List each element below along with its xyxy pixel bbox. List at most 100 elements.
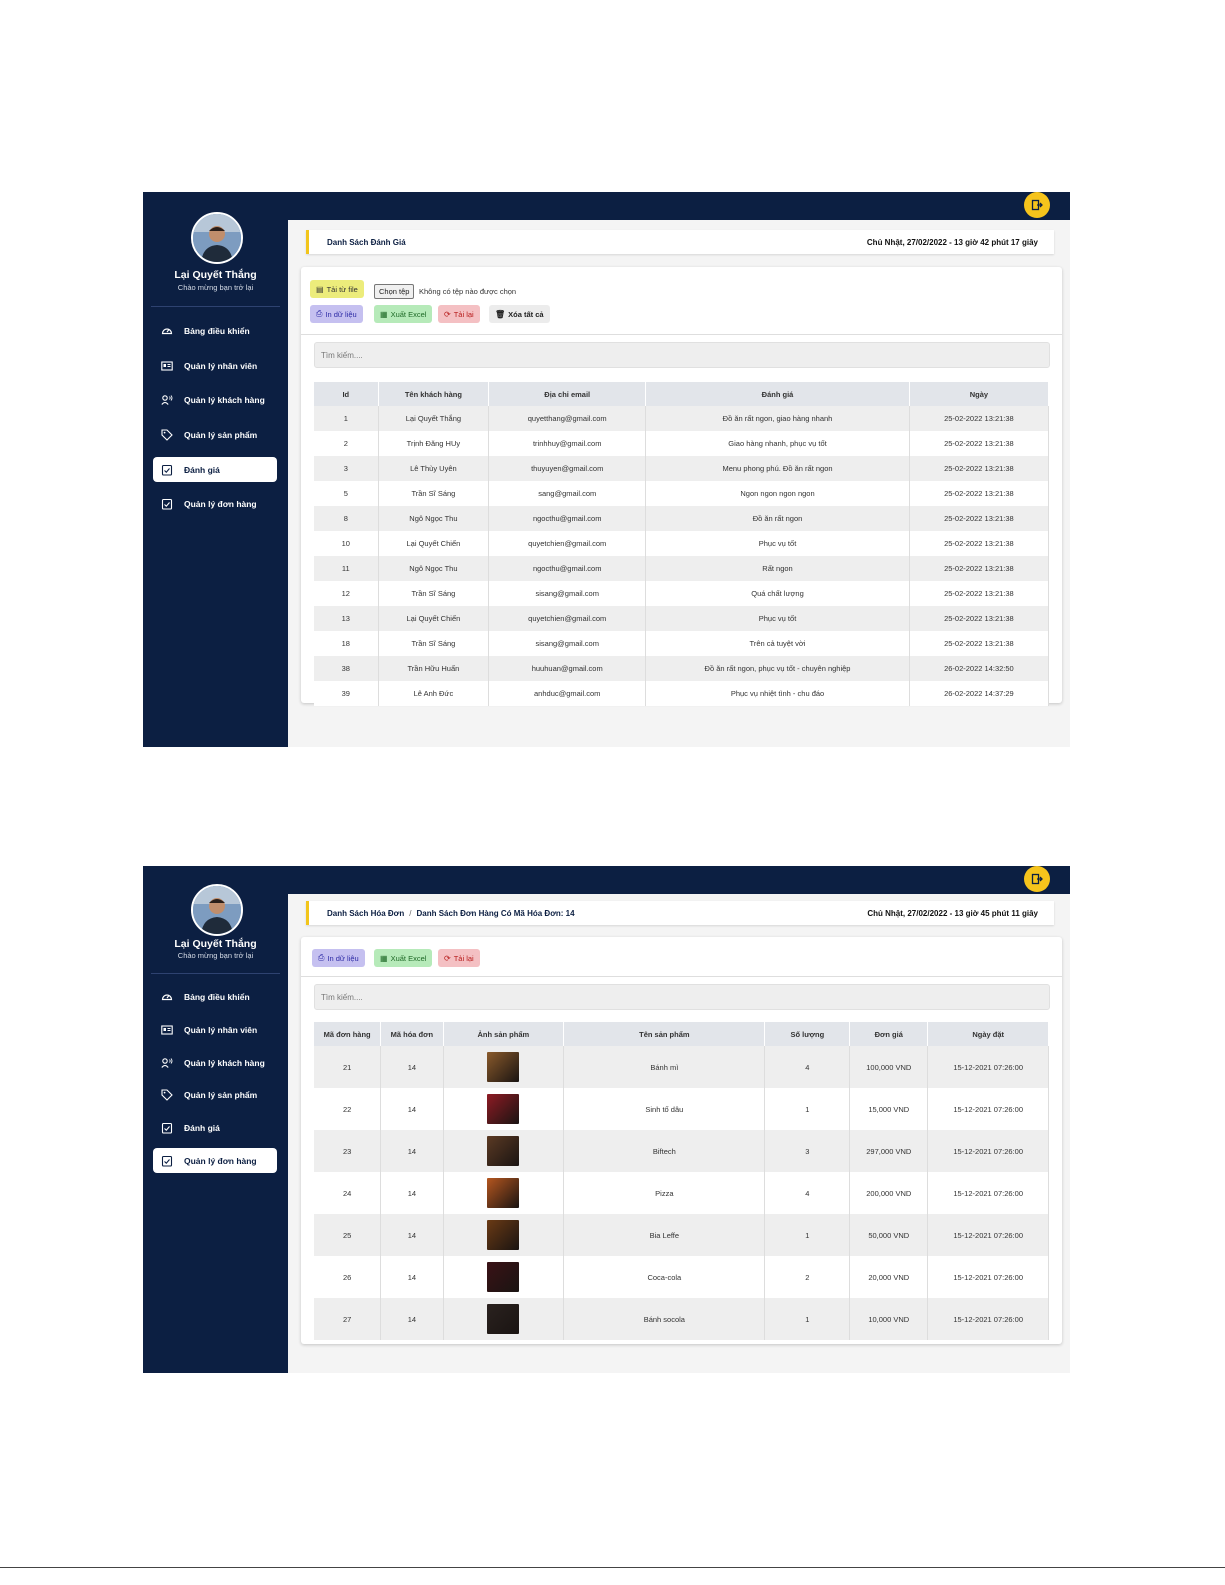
table-row[interactable]: 24 14 Pizza 4 200,000 VND 15-12-2021 07:26:00 bbox=[314, 1172, 1049, 1214]
column-header: Ngày đặt bbox=[927, 1022, 1049, 1046]
sidebar-item-dashboard[interactable]: Bảng điều khiển bbox=[153, 318, 277, 343]
table-cell: 8 bbox=[314, 506, 379, 531]
table-row[interactable]: 3 Lê Thùy Uyên thuyuyen@gmail.com Menu phon… bbox=[314, 456, 1050, 481]
table-cell: 14 bbox=[380, 1214, 444, 1256]
table-row[interactable]: 21 14 Bánh mì 4 100,000 VND 15-12-2021 07:26:… bbox=[314, 1046, 1049, 1088]
print-button[interactable]: ⎙ In dữ liệu bbox=[312, 949, 365, 967]
column-header: Ảnh sản phẩm bbox=[443, 1022, 565, 1046]
table-cell: Phục vụ tốt bbox=[645, 606, 910, 631]
sidebar-divider bbox=[151, 306, 280, 307]
sidebar-item-employees[interactable]: Quản lý nhân viên bbox=[153, 353, 277, 378]
gauge-icon bbox=[160, 324, 174, 338]
reload-button[interactable]: ⟳ Tải lại bbox=[438, 949, 480, 967]
logout-icon bbox=[1031, 199, 1043, 211]
table-cell: Trên cả tuyệt vời bbox=[645, 631, 910, 656]
table-cell: Bia Leffe bbox=[563, 1214, 766, 1256]
column-header: Tên khách hàng bbox=[378, 382, 490, 406]
export-excel-button[interactable]: ▦ Xuất Excel bbox=[374, 949, 433, 967]
user-voice-icon bbox=[160, 1056, 174, 1070]
table-cell: 14 bbox=[380, 1088, 444, 1130]
table-row[interactable]: 13 Lại Quyết Chiến quyetchien@gmail.com Phụ… bbox=[314, 606, 1050, 631]
table-cell: 10,000 VND bbox=[849, 1298, 929, 1340]
breadcrumb-parent-link[interactable]: Danh Sách Hóa Đơn bbox=[327, 909, 404, 918]
reload-button[interactable]: ⟳ Tải lại bbox=[438, 305, 480, 323]
table-row[interactable]: 22 14 Sinh tố dâu 1 15,000 VND 15-12-2021 07:… bbox=[314, 1088, 1049, 1130]
reviews-card: ▤ Tải từ file Chọn tệp Không có tệp nào đ… bbox=[301, 267, 1062, 706]
table-cell: 5 bbox=[314, 481, 379, 506]
sidebar-item-dashboard[interactable]: Bảng điều khiển bbox=[153, 984, 277, 1009]
table-cell: 18 bbox=[314, 631, 379, 656]
table-cell: 21 bbox=[314, 1046, 382, 1088]
product-image-cell bbox=[443, 1214, 565, 1256]
logout-button[interactable] bbox=[1024, 866, 1050, 892]
upload-file-button[interactable]: ▤ Tải từ file bbox=[310, 280, 364, 298]
table-row[interactable]: 10 Lại Quyết Chiến quyetchien@gmail.com Phụ… bbox=[314, 531, 1050, 556]
table-row[interactable]: 8 Ngô Ngọc Thu ngocthu@gmail.com Đồ ăn rất … bbox=[314, 506, 1050, 531]
excel-file-icon: ▦ bbox=[380, 953, 388, 963]
clipboard-check-icon bbox=[160, 1154, 174, 1168]
sidebar-item-label: Đánh giá bbox=[184, 1122, 220, 1133]
print-button[interactable]: ⎙ In dữ liệu bbox=[310, 305, 363, 323]
table-row[interactable]: 2 Trịnh Đăng HUy trinhhuy@gmail.com Giao hà… bbox=[314, 431, 1050, 456]
sidebar-item-orders[interactable]: Quản lý đơn hàng bbox=[153, 1148, 277, 1173]
table-cell: 12 bbox=[314, 581, 379, 606]
search-input[interactable]: Tìm kiếm.... bbox=[314, 984, 1050, 1010]
no-file-label: Không có tệp nào được chọn bbox=[419, 287, 517, 296]
file-icon: ▤ bbox=[316, 284, 324, 294]
export-excel-button[interactable]: ▦ Xuất Excel bbox=[374, 305, 433, 323]
table-cell: 26-02-2022 14:32:50 bbox=[909, 656, 1050, 681]
table-row[interactable]: 26 14 Coca-cola 2 20,000 VND 15-12-2021 07:26… bbox=[314, 1256, 1049, 1298]
clipboard-check-icon bbox=[160, 463, 174, 477]
sidebar-item-label: Quản lý nhân viên bbox=[184, 360, 258, 371]
table-row[interactable]: 12 Trần Sĩ Sáng sisang@gmail.com Quá chất l… bbox=[314, 581, 1050, 606]
table-cell: 25-02-2022 13:21:38 bbox=[909, 606, 1050, 631]
table-cell: 15-12-2021 07:26:00 bbox=[927, 1172, 1049, 1214]
table-row[interactable]: 27 14 Bánh socola 1 10,000 VND 15-12-2021 07:… bbox=[314, 1298, 1049, 1340]
sidebar-item-customers[interactable]: Quản lý khách hàng bbox=[153, 1050, 277, 1075]
sidebar-item-customers[interactable]: Quản lý khách hàng bbox=[153, 387, 277, 412]
table-cell: Biftech bbox=[563, 1130, 766, 1172]
sidebar-item-label: Quản lý đơn hàng bbox=[184, 498, 257, 509]
sidebar-item-label: Bảng điều khiển bbox=[184, 991, 250, 1002]
sidebar-item-products[interactable]: Quản lý sản phẩm bbox=[153, 1082, 277, 1107]
table-row[interactable]: 11 Ngô Ngọc Thu ngocthu@gmail.com Rất ngon 2… bbox=[314, 556, 1050, 581]
table-row[interactable]: 38 Trần Hữu Huấn huuhuan@gmail.com Đồ ăn rấ… bbox=[314, 656, 1050, 681]
search-input[interactable]: Tìm kiếm.... bbox=[314, 342, 1050, 368]
table-cell: Trần Sĩ Sáng bbox=[378, 631, 490, 656]
sidebar-item-orders[interactable]: Quản lý đơn hàng bbox=[153, 491, 277, 516]
sidebar-item-reviews[interactable]: Đánh giá bbox=[153, 457, 277, 482]
table-cell: 2 bbox=[764, 1256, 851, 1298]
sidebar-item-employees[interactable]: Quản lý nhân viên bbox=[153, 1017, 277, 1042]
table-row[interactable]: 1 Lại Quyết Thắng quyetthang@gmail.com Đồ ă… bbox=[314, 406, 1050, 431]
sidebar-item-reviews[interactable]: Đánh giá bbox=[153, 1115, 277, 1140]
table-cell: Trần Sĩ Sáng bbox=[378, 481, 490, 506]
table-cell: 100,000 VND bbox=[849, 1046, 929, 1088]
table-cell: ngocthu@gmail.com bbox=[488, 506, 647, 531]
table-row[interactable]: 5 Trần Sĩ Sáng sang@gmail.com Ngon ngon ngo… bbox=[314, 481, 1050, 506]
table-cell: 3 bbox=[764, 1130, 851, 1172]
clipboard-check-icon bbox=[160, 497, 174, 511]
table-cell: 15-12-2021 07:26:00 bbox=[927, 1256, 1049, 1298]
banh-socola-photo bbox=[487, 1304, 520, 1334]
table-cell: Trịnh Đăng HUy bbox=[378, 431, 490, 456]
breadcrumb-current: Danh Sách Đánh Giá bbox=[327, 237, 406, 247]
table-cell: Đồ ăn rất ngon, phục vụ tốt - chuyên ngh… bbox=[645, 656, 910, 681]
gauge-icon bbox=[160, 990, 174, 1004]
sinh-to-dau-photo bbox=[487, 1094, 520, 1124]
user-voice-icon bbox=[160, 393, 174, 407]
sidebar-item-label: Bảng điều khiển bbox=[184, 325, 250, 336]
table-cell: Phục vụ nhiệt tình - chu đáo bbox=[645, 681, 910, 706]
table-row[interactable]: 39 Lê Anh Đức anhduc@gmail.com Phục vụ nhiệ… bbox=[314, 681, 1050, 706]
logout-button[interactable] bbox=[1024, 192, 1050, 218]
table-row[interactable]: 23 14 Biftech 3 297,000 VND 15-12-2021 07:26:… bbox=[314, 1130, 1049, 1172]
table-row[interactable]: 25 14 Bia Leffe 1 50,000 VND 15-12-2021 07:26… bbox=[314, 1214, 1049, 1256]
table-cell: 200,000 VND bbox=[849, 1172, 929, 1214]
table-row[interactable]: 18 Trần Sĩ Sáng sisang@gmail.com Trên cả tu… bbox=[314, 631, 1050, 656]
user-name: Lại Quyết Thắng bbox=[174, 938, 257, 950]
choose-file-button[interactable]: Chọn tệp bbox=[374, 284, 415, 299]
tag-icon bbox=[160, 1088, 174, 1102]
delete-all-button[interactable]: 🗑 Xóa tất cả bbox=[489, 305, 550, 323]
column-header: Số lượng bbox=[764, 1022, 851, 1046]
table-cell: 15-12-2021 07:26:00 bbox=[927, 1046, 1049, 1088]
sidebar-item-products[interactable]: Quản lý sản phẩm bbox=[153, 422, 277, 447]
